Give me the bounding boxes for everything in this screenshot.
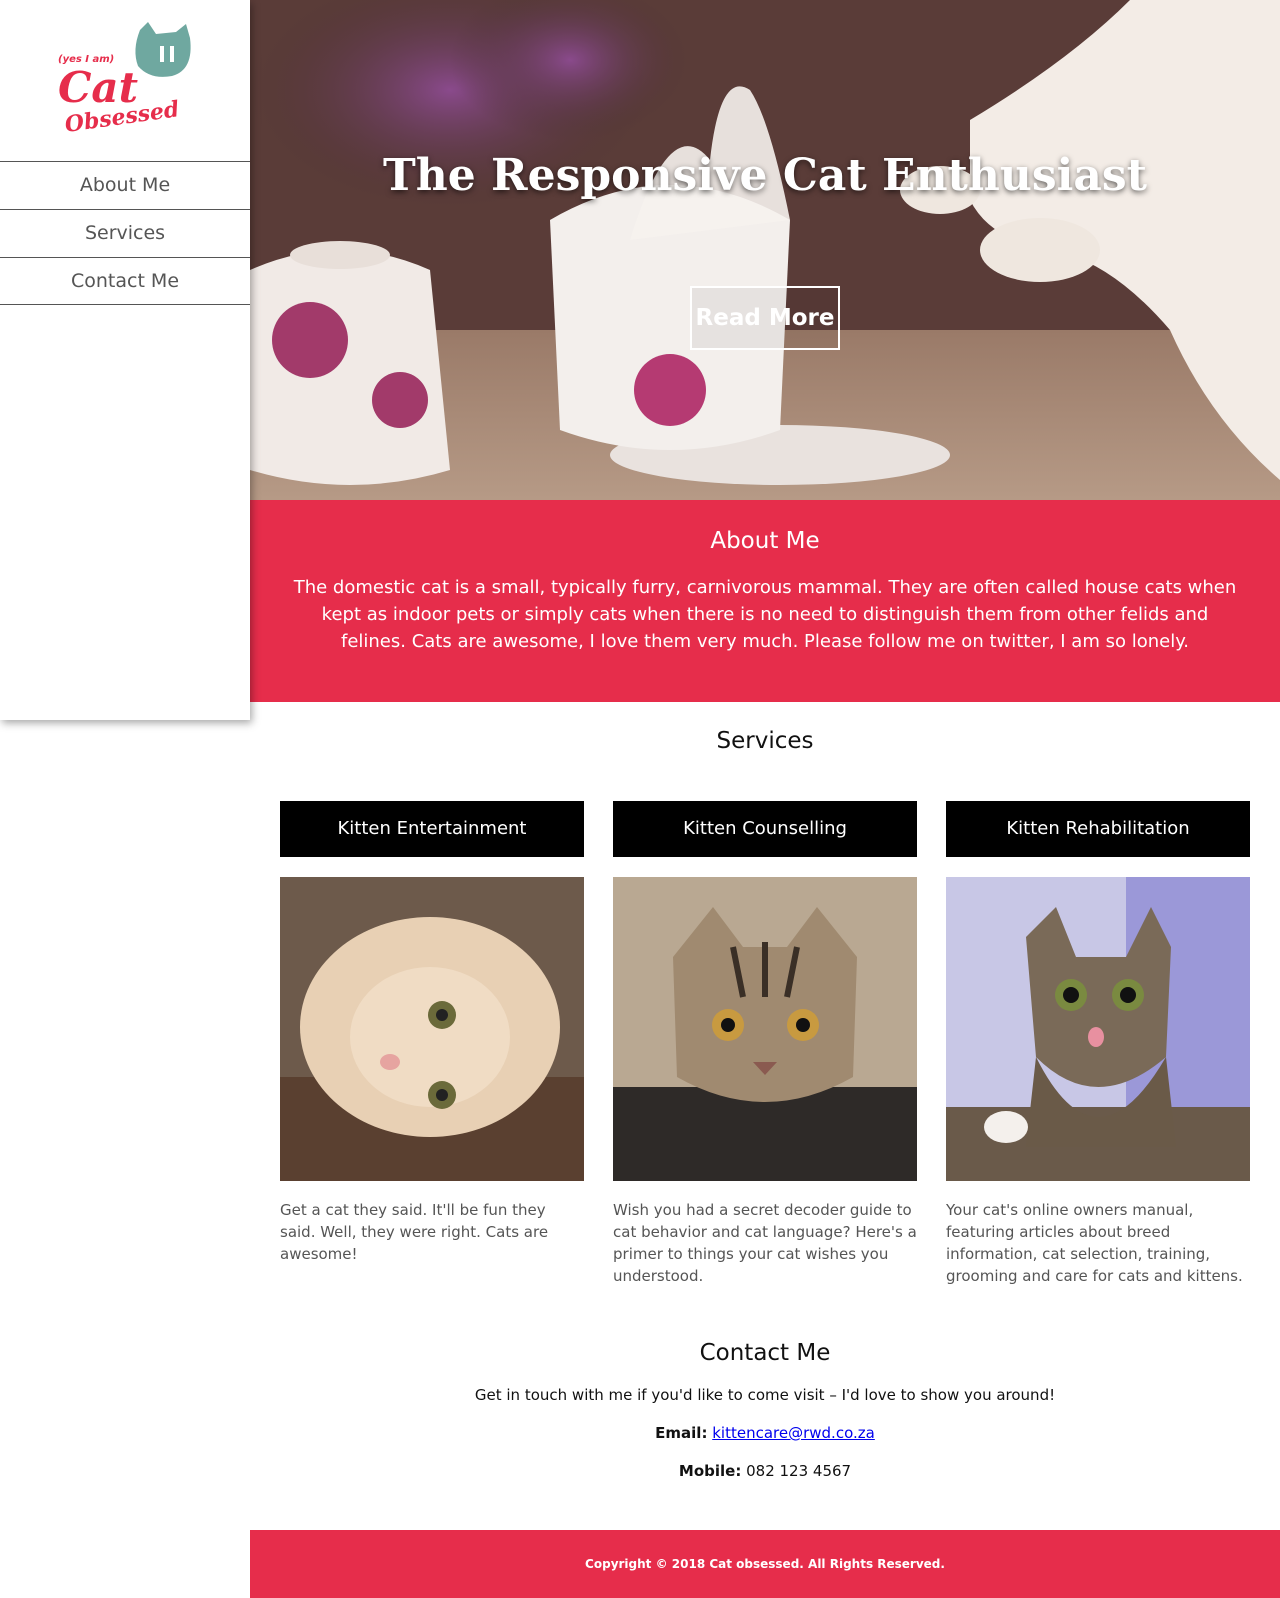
nav-item-about[interactable]: About Me bbox=[0, 161, 250, 209]
service-description: Your cat's online owners manual, featuri… bbox=[946, 1201, 1243, 1285]
contact-heading: Contact Me bbox=[699, 1340, 831, 1366]
service-title[interactable]: Kitten Entertainment bbox=[280, 801, 584, 857]
site-logo[interactable]: (yes I am) Cat Obsessed bbox=[52, 20, 202, 140]
kitten-photo-icon bbox=[946, 877, 1250, 1181]
copyright-text: Copyright © 2018 Cat obsessed. All Right… bbox=[585, 1557, 945, 1571]
about-section: About Me The domestic cat is a small, ty… bbox=[250, 500, 1280, 702]
service-title[interactable]: Kitten Rehabilitation bbox=[946, 801, 1250, 857]
read-more-button[interactable]: Read More bbox=[690, 286, 840, 350]
service-card-counselling: Kitten Counselling Wish you had a secret… bbox=[613, 801, 917, 1287]
service-card-rehabilitation: Kitten Rehabilitation Your cat's online … bbox=[946, 801, 1250, 1287]
services-heading: Services bbox=[716, 728, 814, 754]
contact-mobile-line: Mobile: 082 123 4567 bbox=[250, 1462, 1280, 1480]
hero-photo-icon bbox=[250, 0, 1280, 500]
sidebar: (yes I am) Cat Obsessed About Me Service… bbox=[0, 0, 250, 720]
main-content: The Responsive Cat Enthusiast Read More … bbox=[250, 0, 1280, 1598]
kitten-photo-icon bbox=[280, 877, 584, 1181]
email-label: Email: bbox=[655, 1424, 708, 1442]
hero-title: The Responsive Cat Enthusiast bbox=[383, 150, 1147, 201]
email-link[interactable]: kittencare@rwd.co.za bbox=[712, 1424, 875, 1442]
nav-item-services[interactable]: Services bbox=[0, 209, 250, 257]
service-description: Get a cat they said. It'll be fun they s… bbox=[280, 1201, 549, 1263]
hero-banner: The Responsive Cat Enthusiast Read More bbox=[250, 0, 1280, 500]
mobile-number: 082 123 4567 bbox=[746, 1462, 852, 1480]
service-title[interactable]: Kitten Counselling bbox=[613, 801, 917, 857]
kitten-photo-icon bbox=[613, 877, 917, 1181]
contact-lead: Get in touch with me if you'd like to co… bbox=[474, 1386, 1056, 1404]
cat-logo-icon: (yes I am) Cat Obsessed bbox=[58, 22, 191, 138]
main-nav: About Me Services Contact Me bbox=[0, 161, 250, 305]
site-footer: Copyright © 2018 Cat obsessed. All Right… bbox=[250, 1530, 1280, 1598]
contact-section: Contact Me Get in touch with me if you'd… bbox=[250, 1340, 1280, 1480]
contact-email-line: Email: kittencare@rwd.co.za bbox=[250, 1424, 1280, 1442]
nav-item-contact[interactable]: Contact Me bbox=[0, 257, 250, 305]
mobile-label: Mobile: bbox=[678, 1462, 742, 1480]
about-body: The domestic cat is a small, typically f… bbox=[293, 577, 1237, 652]
service-description: Wish you had a secret decoder guide to c… bbox=[613, 1201, 917, 1285]
service-card-entertainment: Kitten Entertainment Get a cat they said… bbox=[280, 801, 584, 1265]
about-heading: About Me bbox=[710, 528, 820, 554]
